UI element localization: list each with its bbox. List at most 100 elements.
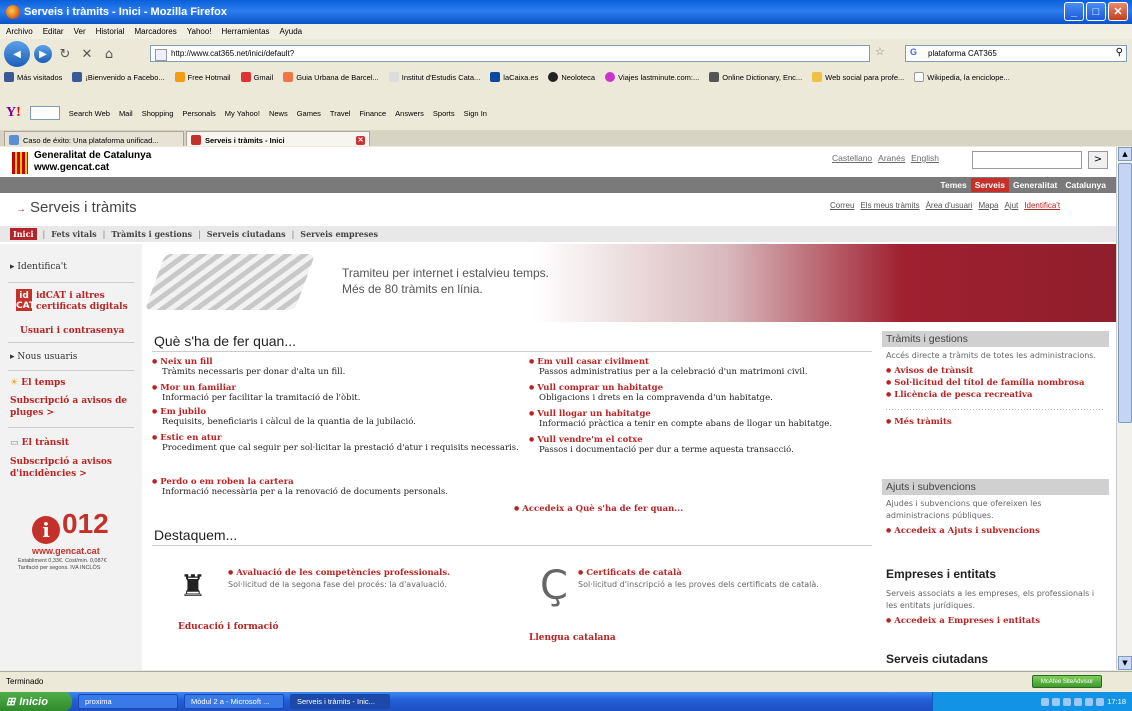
taskbar-item[interactable]: Mòdul 2 a - Microsoft ... bbox=[184, 694, 284, 709]
menu-yahoo[interactable]: Yahoo! bbox=[187, 27, 212, 36]
page-scrollbar[interactable]: ▲ ▼ bbox=[1116, 147, 1132, 670]
tramits-link[interactable]: Sol·licitud del títol de família nombros… bbox=[882, 377, 1109, 389]
yahoo-news[interactable]: News bbox=[269, 109, 288, 118]
link-ajut[interactable]: Ajut bbox=[1004, 201, 1018, 210]
bookmark-item[interactable]: laCaixa.es bbox=[490, 72, 538, 82]
que-fer-item[interactable]: Mor un familiarInformació per facilitar … bbox=[152, 383, 512, 403]
menu-archivo[interactable]: Archivo bbox=[6, 27, 33, 36]
topnav-serveis[interactable]: Serveis bbox=[970, 178, 1009, 192]
que-fer-item[interactable]: Perdo o em roben la carteraInformació ne… bbox=[152, 477, 512, 497]
empreses-link[interactable]: Accedeix a Empreses i entitats bbox=[882, 615, 1109, 627]
que-fer-item[interactable]: Estic en aturProcediment que cal seguir … bbox=[152, 433, 522, 453]
tray-icon[interactable] bbox=[1063, 697, 1072, 706]
que-fer-item[interactable]: Vull llogar un habitatgeInformació pràct… bbox=[529, 409, 869, 429]
ajuts-heading[interactable]: Ajuts i subvencions bbox=[882, 479, 1109, 495]
tramits-heading[interactable]: Tràmits i gestions bbox=[882, 331, 1109, 347]
tramits-link[interactable]: Avisos de trànsit bbox=[882, 365, 1109, 377]
tray-icon[interactable] bbox=[1052, 697, 1061, 706]
bookmark-item[interactable]: Online Dictionary, Enc... bbox=[709, 72, 802, 82]
destaquem-item[interactable]: Avaluació de les competències profession… bbox=[228, 567, 518, 590]
destaquem-item[interactable]: Certificats de catalàSol·licitud d'inscr… bbox=[578, 567, 868, 590]
subnav-tramits-gestions[interactable]: Tràmits i gestions bbox=[111, 229, 192, 239]
que-fer-item[interactable]: Em vull casar civilmentPassos administra… bbox=[529, 357, 869, 377]
site-search-button[interactable]: > bbox=[1088, 151, 1108, 169]
bookmark-item[interactable]: Guia Urbana de Barcel... bbox=[283, 72, 379, 82]
subnav-serveis-empreses[interactable]: Serveis empreses bbox=[300, 229, 378, 239]
sidebar-temps[interactable]: ☀ El temps bbox=[10, 378, 65, 388]
maximize-button[interactable]: □ bbox=[1086, 2, 1106, 21]
forward-button[interactable]: ▶ bbox=[34, 45, 52, 63]
lang-castellano[interactable]: Castellano bbox=[832, 153, 872, 163]
link-correu[interactable]: Correu bbox=[830, 201, 854, 210]
que-fer-item[interactable]: Vull vendre'm el cotxePassos i documenta… bbox=[529, 435, 869, 455]
site-logo-text[interactable]: Generalitat de Catalunya www.gencat.cat bbox=[34, 150, 151, 174]
category-educacio[interactable]: Educació i formació bbox=[178, 622, 278, 632]
menu-herramientas[interactable]: Herramientas bbox=[222, 27, 270, 36]
yahoo-mail[interactable]: Mail bbox=[119, 109, 133, 118]
tab-serveis-tramits[interactable]: Serveis i tràmits - Inici ✕ bbox=[186, 131, 370, 146]
mes-tramits-link[interactable]: Més tràmits bbox=[882, 416, 1109, 428]
tab-caso-exito[interactable]: Caso de éxito: Una plataforma unificad..… bbox=[4, 131, 184, 146]
yahoo-answers[interactable]: Answers bbox=[395, 109, 424, 118]
yahoo-sign-in[interactable]: Sign In bbox=[464, 109, 487, 118]
ciutadans-heading[interactable]: Serveis ciutadans bbox=[882, 652, 1109, 666]
url-bar[interactable]: http://www.cat365.net/inici/default? bbox=[150, 45, 870, 62]
close-button[interactable]: ✕ bbox=[1108, 2, 1128, 21]
yahoo-personals[interactable]: Personals bbox=[182, 109, 215, 118]
menu-editar[interactable]: Editar bbox=[43, 27, 64, 36]
yahoo-travel[interactable]: Travel bbox=[330, 109, 351, 118]
bookmark-item[interactable]: Institut d'Estudis Cata... bbox=[388, 72, 480, 82]
search-icon[interactable]: ⚲ bbox=[1116, 47, 1123, 58]
yahoo-search-input[interactable] bbox=[29, 106, 60, 120]
sidebar-identificat[interactable]: ▸ Identifica't bbox=[10, 262, 67, 272]
tray-icon[interactable] bbox=[1096, 697, 1105, 706]
taskbar-item[interactable]: Serveis i tràmits - Inic... bbox=[290, 694, 390, 709]
bookmark-item[interactable]: Neoloteca bbox=[548, 72, 595, 82]
subnav-inici[interactable]: Inici bbox=[10, 228, 37, 240]
mcafee-button[interactable]: McAfee SiteAdvisor bbox=[1032, 675, 1102, 688]
menu-historial[interactable]: Historial bbox=[96, 27, 125, 36]
scroll-thumb[interactable] bbox=[1118, 163, 1132, 423]
stop-icon[interactable]: ✕ bbox=[78, 47, 96, 62]
menu-ver[interactable]: Ver bbox=[74, 27, 86, 36]
que-fer-item[interactable]: Vull comprar un habitatgeObligacions i d… bbox=[529, 383, 869, 403]
tray-icon[interactable] bbox=[1041, 697, 1050, 706]
yahoo-sports[interactable]: Sports bbox=[433, 109, 455, 118]
lang-english[interactable]: English bbox=[911, 153, 939, 163]
promo-banner[interactable]: Tramiteu per internet i estalvieu temps.… bbox=[144, 244, 1116, 322]
yahoo-logo[interactable]: Y! bbox=[6, 105, 21, 121]
home-icon[interactable]: ⌂ bbox=[100, 47, 118, 62]
start-button[interactable]: ⊞ Inicio bbox=[0, 692, 72, 711]
menu-ayuda[interactable]: Ayuda bbox=[280, 27, 303, 36]
menu-marcadores[interactable]: Marcadores bbox=[135, 27, 177, 36]
logo-012[interactable]: i 012 www.gencat.cat Establiment 0,33€. … bbox=[14, 502, 124, 582]
sidebar-nous-usuaris[interactable]: ▸ Nous usuaris bbox=[10, 352, 77, 362]
bookmark-item[interactable]: ¡Bienvenido a Facebo... bbox=[72, 72, 165, 82]
bookmark-item[interactable]: Gmail bbox=[240, 72, 273, 82]
category-llengua[interactable]: Llengua catalana bbox=[529, 633, 616, 643]
subnav-serveis-ciutadans[interactable]: Serveis ciutadans bbox=[207, 229, 286, 239]
link-area-usuari[interactable]: Àrea d'usuari bbox=[926, 201, 973, 210]
tray-icon[interactable] bbox=[1074, 697, 1083, 706]
scroll-up-icon[interactable]: ▲ bbox=[1118, 147, 1132, 161]
yahoo-finance[interactable]: Finance bbox=[359, 109, 386, 118]
tray-icon[interactable] bbox=[1085, 697, 1094, 706]
yahoo-shopping[interactable]: Shopping bbox=[142, 109, 174, 118]
tab-close-icon[interactable]: ✕ bbox=[356, 135, 365, 145]
topnav-catalunya[interactable]: Catalunya bbox=[1061, 178, 1110, 192]
taskbar-item[interactable]: proxima bbox=[78, 694, 178, 709]
que-fer-more-link[interactable]: Accedeix a Què s'ha de fer quan... bbox=[514, 504, 814, 514]
reload-icon[interactable]: ↻ bbox=[56, 47, 74, 62]
link-mapa[interactable]: Mapa bbox=[978, 201, 998, 210]
sidebar-transit-link[interactable]: Subscripció a avisos d'incidències > bbox=[10, 456, 112, 480]
subnav-fets-vitals[interactable]: Fets vitals bbox=[51, 229, 96, 239]
back-button[interactable]: ◀ bbox=[4, 41, 30, 67]
minimize-button[interactable]: _ bbox=[1064, 2, 1084, 21]
bookmark-item[interactable]: Free Hotmail bbox=[174, 72, 231, 82]
link-identificat[interactable]: Identifica't bbox=[1024, 201, 1060, 210]
bookmark-item[interactable]: Más visitados bbox=[4, 72, 62, 82]
bookmark-star-icon[interactable]: ☆ bbox=[875, 45, 885, 58]
yahoo-search-web[interactable]: Search Web bbox=[69, 109, 110, 118]
sidebar-transit[interactable]: ▭ El trànsit bbox=[10, 438, 69, 448]
topnav-temes[interactable]: Temes bbox=[936, 178, 970, 192]
